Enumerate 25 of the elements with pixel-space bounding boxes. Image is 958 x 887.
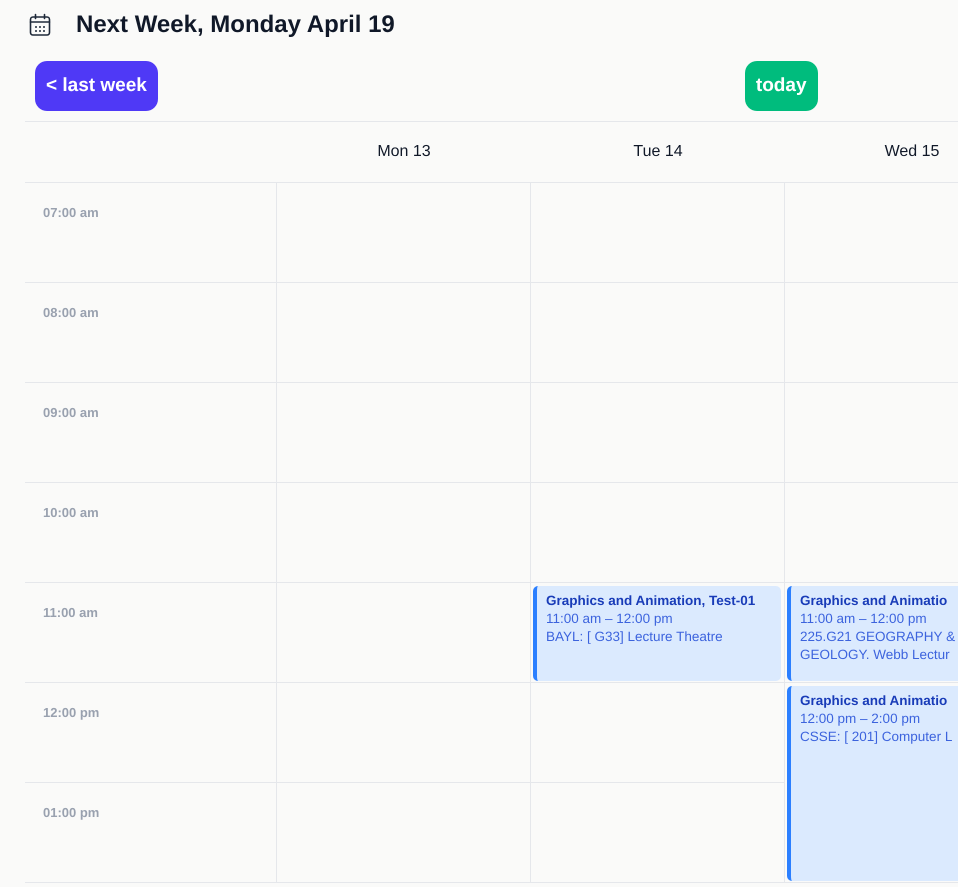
time-label: 01:00 pm	[43, 805, 100, 820]
event-time: 12:00 pm – 2:00 pm	[800, 710, 922, 728]
time-label: 11:00 am	[43, 605, 98, 620]
time-label: 07:00 am	[43, 205, 99, 220]
time-label: 12:00 pm	[43, 705, 100, 720]
day-header: Wed 15	[884, 143, 940, 161]
time-label: 09:00 am	[43, 405, 99, 420]
event-location: 225.G21 GEOGRAPHY & GEOLOGY. Webb Lectur	[800, 628, 956, 664]
event-time: 11:00 am – 12:00 pm	[546, 610, 674, 628]
calendar-icon	[28, 13, 52, 37]
event-title: Graphics and Animatio	[800, 692, 948, 710]
event-card[interactable]: Graphics and Animatio 12:00 pm – 2:00 pm CSSE: [ 201] Computer L	[787, 686, 958, 881]
event-card[interactable]: Graphics and Animation, Test-01 11:00 am – 12:00 pm BAYL: [ G33] Lecture Theatre	[533, 586, 781, 681]
event-time: 11:00 am – 12:00 pm	[800, 610, 928, 628]
day-header: Tue 14	[633, 143, 683, 161]
time-label: 10:00 am	[43, 505, 99, 520]
event-location: BAYL: [ G33] Lecture Theatre	[546, 628, 724, 646]
page-title: Next Week, Monday April 19	[76, 11, 395, 39]
event-title: Graphics and Animatio	[800, 592, 948, 610]
time-label: 08:00 am	[43, 305, 99, 320]
previous-week-button[interactable]: < last week	[35, 61, 158, 111]
event-location: CSSE: [ 201] Computer L	[800, 728, 954, 746]
event-card[interactable]: Graphics and Animatio 11:00 am – 12:00 pm 225.G21 GEOGRAPHY & GEOLOGY. Webb Lectur	[787, 586, 958, 681]
event-title: Graphics and Animation, Test-01	[546, 592, 756, 610]
day-header: Mon 13	[377, 143, 431, 161]
